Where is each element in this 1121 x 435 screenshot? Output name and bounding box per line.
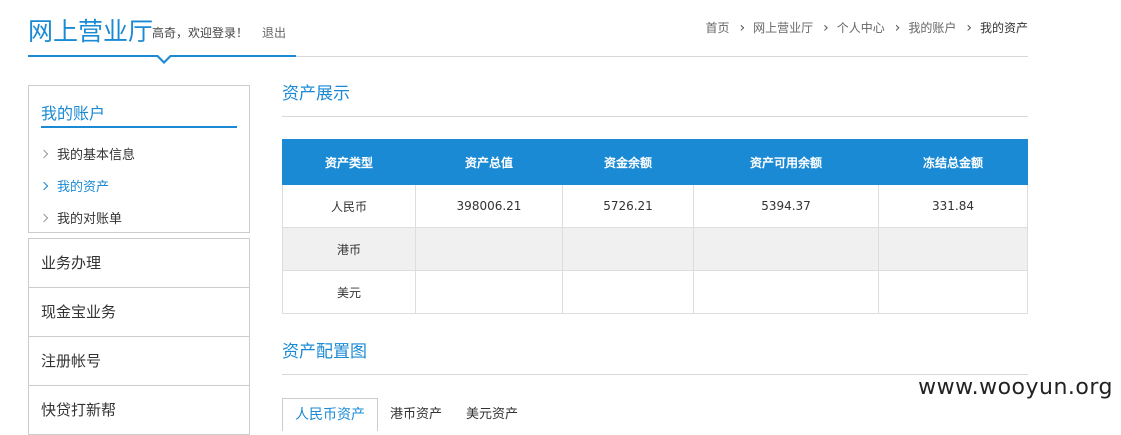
sidebar-item-register[interactable]: 注册帐号	[28, 337, 250, 386]
sidebar-item-business[interactable]: 业务办理	[28, 238, 250, 288]
account-title-underline	[41, 126, 237, 128]
chevron-right-icon: ›	[966, 19, 972, 36]
sidebar-item-statement[interactable]: 我的对账单	[39, 208, 123, 227]
table-cell	[415, 227, 563, 271]
column-header: 冻结总金额	[878, 139, 1028, 185]
sidebar-item-ipo-loan[interactable]: 快贷打新帮	[28, 386, 250, 435]
tab-rmb-assets[interactable]: 人民币资产	[282, 398, 378, 431]
table-cell	[878, 227, 1028, 271]
breadcrumb-current: 我的资产	[979, 21, 1028, 35]
breadcrumb-my-account[interactable]: 我的账户	[908, 19, 956, 36]
welcome-text: 高奇，欢迎登录！	[152, 26, 249, 40]
allocation-tabs: 人民币资产 港币资产 美元资产	[282, 397, 1028, 431]
tab-usd-assets[interactable]: 美元资产	[454, 399, 530, 431]
table-cell	[693, 227, 879, 271]
main-content: 资产展示 资产类型 资产总值 资金余额 资产可用余额 冻结总金额 人民币 398…	[282, 78, 1028, 431]
table-cell	[562, 227, 694, 271]
breadcrumb: 首页 › 网上营业厅 › 个人中心 › 我的账户 › 我的资产	[705, 19, 1028, 36]
chevron-right-icon: ›	[739, 19, 746, 36]
tab-hkd-assets[interactable]: 港币资产	[378, 399, 454, 431]
watermark: www.wooyun.org	[918, 375, 1113, 400]
header: 网上营业厅 高奇，欢迎登录！ 退出 首页 › 网上营业厅 › 个人中心 › 我的…	[28, 0, 1028, 64]
breadcrumb-home[interactable]: 首页	[705, 19, 729, 36]
sidebar-item-my-assets[interactable]: 我的资产	[39, 176, 110, 195]
breadcrumb-hall[interactable]: 网上营业厅	[753, 19, 813, 36]
breadcrumb-personal-center[interactable]: 个人中心	[837, 19, 885, 36]
sidebar: 我的账户 我的基本信息 我的资产 我的对账单 业务办理 现金宝业务 注册帐号 快…	[28, 85, 250, 435]
column-header: 资产总值	[415, 139, 563, 185]
logout-link[interactable]: 退出	[262, 24, 286, 41]
assets-table: 资产类型 资产总值 资金余额 资产可用余额 冻结总金额 人民币 398006.2…	[282, 139, 1028, 314]
table-cell: 港币	[282, 227, 416, 271]
table-cell: 398006.21	[415, 184, 563, 228]
table-header-row: 资产类型 资产总值 资金余额 资产可用余额 冻结总金额	[282, 139, 1028, 185]
column-header: 资产可用余额	[693, 139, 879, 185]
chevron-right-icon: ›	[823, 19, 829, 36]
caret-down-icon	[156, 55, 172, 64]
table-row: 港币	[282, 227, 1028, 271]
assets-section-title: 资产展示	[282, 78, 1028, 117]
chevron-right-icon: ›	[894, 19, 901, 36]
table-row: 美元	[282, 270, 1028, 314]
allocation-section-title: 资产配置图	[282, 336, 1028, 375]
table-cell: 美元	[282, 270, 416, 314]
table-cell	[878, 270, 1028, 314]
table-cell	[693, 270, 879, 314]
site-logo[interactable]: 网上营业厅	[28, 12, 153, 48]
chevron-right-icon	[39, 181, 49, 190]
table-cell: 5726.21	[562, 184, 694, 228]
chevron-right-icon	[39, 213, 49, 222]
column-header: 资金余额	[562, 139, 694, 185]
column-header: 资产类型	[282, 139, 416, 185]
account-menu: 我的账户 我的基本信息 我的资产 我的对账单	[28, 85, 250, 233]
table-cell	[562, 270, 694, 314]
table-cell: 5394.37	[693, 184, 879, 228]
table-cell	[415, 270, 563, 314]
table-row: 人民币 398006.21 5726.21 5394.37 331.84	[282, 184, 1028, 228]
sidebar-item-label: 我的基本信息	[57, 148, 136, 163]
account-menu-title[interactable]: 我的账户	[41, 100, 105, 124]
sidebar-item-label: 我的资产	[57, 180, 110, 195]
chevron-right-icon	[39, 149, 49, 158]
sidebar-item-basic-info[interactable]: 我的基本信息	[39, 144, 136, 163]
sidebar-item-label: 我的对账单	[57, 212, 123, 227]
table-cell: 331.84	[878, 184, 1028, 228]
sidebar-item-cash-treasure[interactable]: 现金宝业务	[28, 288, 250, 337]
table-cell: 人民币	[282, 184, 416, 228]
